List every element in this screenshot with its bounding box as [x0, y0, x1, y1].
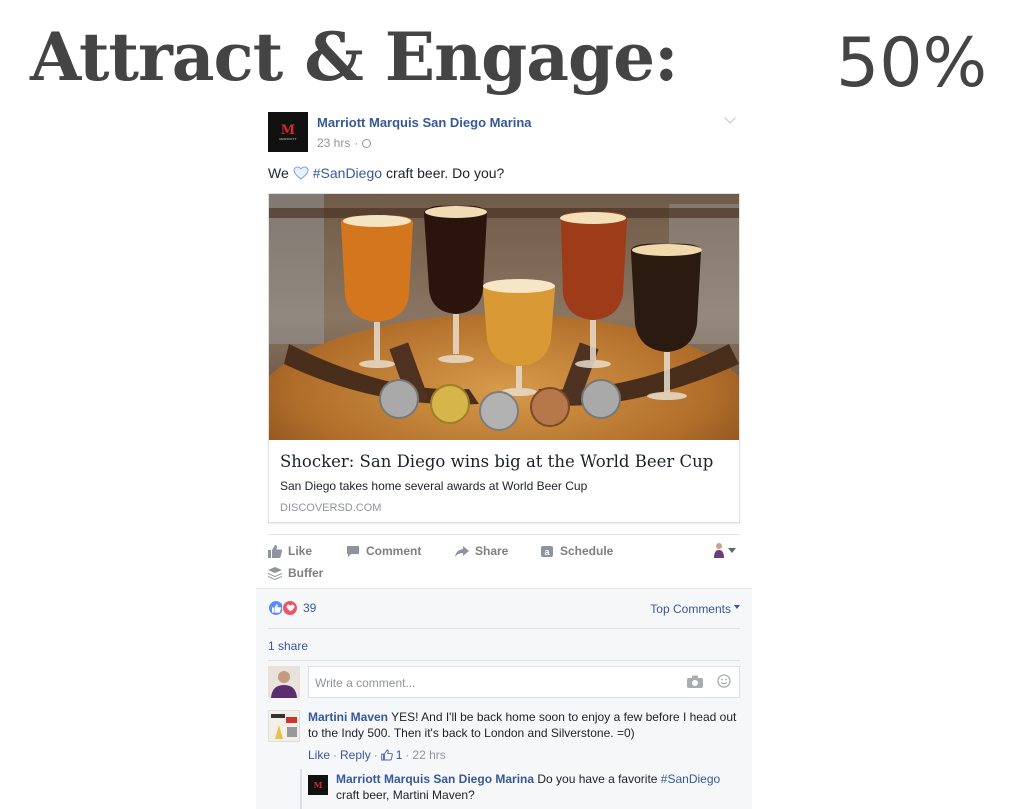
commenter-avatar[interactable] [268, 710, 300, 742]
user-avatar-icon [714, 543, 724, 558]
share-arrow-icon [455, 545, 469, 557]
link-domain: DISCOVERSD.COM [280, 502, 382, 514]
hashtag-link[interactable]: #SanDiego [313, 165, 382, 181]
current-user-avatar[interactable] [268, 666, 300, 698]
caret-down-icon [728, 547, 736, 553]
comment-meta: Like · Reply · 1 · 22 hrs [308, 748, 446, 762]
post-as-selector[interactable] [714, 542, 736, 558]
smiley-icon[interactable] [717, 674, 731, 688]
reactions-summary[interactable]: 39 [268, 600, 316, 616]
shares-count-link[interactable]: 1 share [268, 639, 308, 653]
comment-timestamp[interactable]: 22 hrs [412, 748, 445, 762]
like-button[interactable]: Like [268, 544, 312, 558]
comment-like-link[interactable]: Like [308, 748, 330, 762]
link-title[interactable]: Shocker: San Diego wins big at the World… [280, 452, 713, 471]
share-button[interactable]: Share [455, 544, 508, 558]
reply-author-avatar[interactable]: M [308, 775, 328, 795]
facebook-post-card: M MARRIOTT Marriott Marquis San Diego Ma… [256, 104, 752, 809]
reply-thread-line [300, 769, 302, 809]
divider [268, 628, 740, 629]
speech-bubble-icon [347, 545, 359, 557]
marriott-logo-icon: M [313, 780, 323, 790]
like-label: Like [288, 544, 313, 558]
share-label: Share [475, 544, 509, 558]
meta-separator: · [354, 136, 359, 150]
top-comments-label: Top Comments [650, 602, 731, 616]
globe-icon [362, 138, 372, 148]
input-icons [687, 674, 731, 688]
schedule-button[interactable]: a Schedule [540, 544, 613, 558]
caret-down-icon [734, 605, 740, 609]
meta-separator: · [333, 748, 338, 762]
buffer-button[interactable]: Buffer [268, 566, 323, 580]
link-description: San Diego takes home several awards at W… [280, 479, 588, 493]
meta-separator: · [405, 748, 410, 762]
comment-input[interactable]: Write a comment... [308, 666, 740, 698]
buffer-label: Buffer [288, 566, 324, 580]
reply-text-after: craft beer, Martini Maven? [336, 788, 475, 802]
comment-like-count[interactable]: 1 [396, 748, 403, 762]
comment-body: Martini Maven YES! And I'll be back home… [308, 709, 738, 741]
top-comments-dropdown[interactable]: Top Comments [650, 602, 740, 616]
thumbs-up-icon [380, 749, 393, 761]
comment-label: Comment [366, 544, 422, 558]
thumbs-up-icon [268, 544, 282, 558]
reactions-count: 39 [303, 601, 317, 615]
meta-separator: · [373, 748, 378, 762]
slide-percentage: 50% [836, 24, 988, 103]
reply-author-link[interactable]: Marriott Marquis San Diego Marina [336, 772, 534, 786]
link-preview[interactable]: Shocker: San Diego wins big at the World… [268, 193, 740, 523]
comment-button[interactable]: Comment [346, 544, 421, 558]
camera-icon[interactable] [687, 675, 703, 688]
comments-section: 39 Top Comments 1 share Write a comment.… [256, 588, 752, 809]
reply-body: Marriott Marquis San Diego Marina Do you… [336, 771, 736, 803]
heart-icon [293, 166, 309, 180]
slide-title: Attract & Engage: [30, 18, 678, 96]
post-timestamp[interactable]: 23 hrs [317, 136, 350, 150]
buffer-a-icon: a [541, 545, 553, 557]
reply-text-before: Do you have a favorite [537, 772, 658, 786]
action-bar: Like Comment Share a Schedule Buffer [268, 534, 740, 582]
beer-flight-image[interactable] [269, 194, 739, 440]
divider [268, 660, 740, 661]
page-name-link[interactable]: Marriott Marquis San Diego Marina [317, 115, 532, 130]
comment-author-link[interactable]: Martini Maven [308, 710, 388, 724]
post-header: M MARRIOTT Marriott Marquis San Diego Ma… [268, 112, 740, 154]
reply-hashtag-link[interactable]: #SanDiego [661, 772, 720, 786]
post-meta: 23 hrs · [317, 136, 372, 150]
post-text-after: craft beer. Do you? [386, 165, 505, 181]
comment-reply-link[interactable]: Reply [340, 748, 371, 762]
page-avatar[interactable]: M MARRIOTT [268, 112, 308, 152]
chevron-down-icon[interactable] [724, 112, 736, 124]
comment-placeholder: Write a comment... [315, 676, 416, 690]
post-text-before: We [268, 165, 289, 181]
love-reaction-icon [282, 600, 298, 616]
schedule-label: Schedule [560, 544, 614, 558]
post-message: We #SanDiego craft beer. Do you? [268, 165, 504, 181]
marriott-logo-icon: M [280, 122, 296, 138]
logo-wordmark: MARRIOTT [279, 136, 297, 141]
buffer-stack-icon [268, 566, 282, 580]
